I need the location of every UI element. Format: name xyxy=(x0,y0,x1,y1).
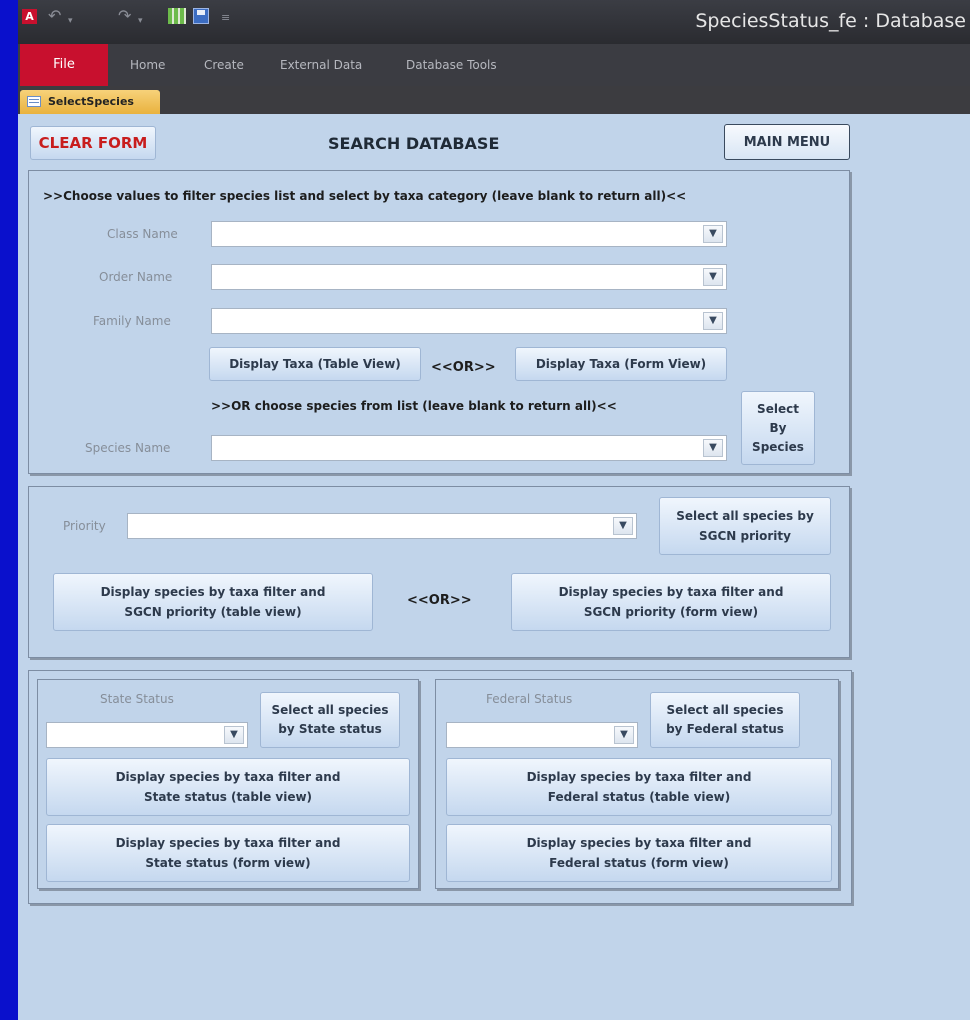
federal-table-line2: Federal status (table view) xyxy=(547,790,731,804)
select-all-federal-line2: by Federal status xyxy=(666,722,784,736)
ribbon: File Home Create External Data Database … xyxy=(18,44,970,86)
select-all-sgcn-line2: SGCN priority xyxy=(699,529,791,543)
chevron-down-icon[interactable]: ▼ xyxy=(224,726,244,744)
select-by-species-button[interactable]: Select By Species xyxy=(741,391,815,465)
tab-home[interactable]: Home xyxy=(130,44,165,86)
family-name-combo[interactable]: ▼ xyxy=(211,308,727,334)
federal-form-line2: Federal status (form view) xyxy=(549,856,729,870)
display-sgcn-priority-form-view-button[interactable]: Display species by taxa filter and SGCN … xyxy=(511,573,831,631)
chevron-down-icon[interactable]: ▼ xyxy=(703,225,723,243)
select-all-federal-status-button[interactable]: Select all species by Federal status xyxy=(650,692,800,748)
or-separator: <<OR>> xyxy=(407,593,472,608)
main-menu-button[interactable]: MAIN MENU xyxy=(724,124,850,160)
select-all-state-status-button[interactable]: Select all species by State status xyxy=(260,692,400,748)
tab-external-data[interactable]: External Data xyxy=(280,44,362,86)
title-bar: A ↶ ▾ ↷ ▾ ≡ SpeciesStatus_fe : Database xyxy=(18,0,970,44)
document-tab-label: SelectSpecies xyxy=(48,95,134,108)
select-by-species-line1: Select xyxy=(757,401,799,416)
display-sgcn-priority-table-view-button[interactable]: Display species by taxa filter and SGCN … xyxy=(53,573,373,631)
state-status-section: State Status ▼ Select all species by Sta… xyxy=(37,679,419,889)
state-table-line2: State status (table view) xyxy=(143,790,313,804)
status-section: State Status ▼ Select all species by Sta… xyxy=(28,670,852,904)
chevron-down-icon[interactable]: ▼ xyxy=(613,517,633,535)
redo-dropdown-icon[interactable]: ▾ xyxy=(138,13,143,29)
display-state-status-form-view-button[interactable]: Display species by taxa filter and State… xyxy=(46,824,410,882)
or-separator: <<OR>> xyxy=(431,360,496,375)
select-all-state-line1: Select all species xyxy=(271,703,389,717)
chevron-down-icon[interactable]: ▼ xyxy=(703,312,723,330)
federal-form-line1: Display species by taxa filter and xyxy=(526,836,752,850)
tab-database-tools[interactable]: Database Tools xyxy=(406,44,497,86)
display-taxa-form-view-button[interactable]: Display Taxa (Form View) xyxy=(515,347,727,381)
federal-status-label: Federal Status xyxy=(486,692,573,706)
state-form-line1: Display species by taxa filter and xyxy=(115,836,341,850)
document-tab-selectspecies[interactable]: SelectSpecies xyxy=(20,90,160,114)
state-status-label: State Status xyxy=(100,692,174,706)
species-instruction: >>OR choose species from list (leave bla… xyxy=(211,399,617,413)
window-title: SpeciesStatus_fe : Database xyxy=(695,10,966,32)
select-all-sgcn-line1: Select all species by xyxy=(676,509,814,523)
undo-icon[interactable]: ↶ xyxy=(48,8,61,24)
sgcn-table-line1: Display species by taxa filter and xyxy=(100,585,326,599)
select-all-federal-line1: Select all species xyxy=(666,703,784,717)
save-icon[interactable] xyxy=(193,8,209,24)
select-by-species-line3: Species xyxy=(752,439,804,454)
form-workspace: CLEAR FORM SEARCH DATABASE MAIN MENU >>C… xyxy=(18,114,970,1020)
state-status-combo[interactable]: ▼ xyxy=(46,722,248,748)
display-federal-status-form-view-button[interactable]: Display species by taxa filter and Feder… xyxy=(446,824,832,882)
form-icon xyxy=(27,96,41,107)
display-taxa-table-view-button[interactable]: Display Taxa (Table View) xyxy=(209,347,421,381)
chevron-down-icon[interactable]: ▼ xyxy=(703,268,723,286)
taxa-instruction: >>Choose values to filter species list a… xyxy=(43,189,687,203)
priority-label: Priority xyxy=(63,519,106,533)
class-name-label: Class Name xyxy=(107,227,178,241)
access-logo-icon: A xyxy=(22,9,37,24)
sgcn-form-line1: Display species by taxa filter and xyxy=(558,585,784,599)
state-table-line1: Display species by taxa filter and xyxy=(115,770,341,784)
federal-status-section: Federal Status ▼ Select all species by F… xyxy=(435,679,839,889)
grid-icon[interactable] xyxy=(168,8,186,24)
class-name-combo[interactable]: ▼ xyxy=(211,221,727,247)
tab-file[interactable]: File xyxy=(20,44,108,86)
order-name-combo[interactable]: ▼ xyxy=(211,264,727,290)
clear-form-button[interactable]: CLEAR FORM xyxy=(30,126,156,160)
species-name-label: Species Name xyxy=(85,441,171,455)
sgcn-form-line2: SGCN priority (form view) xyxy=(583,605,759,619)
page-title: SEARCH DATABASE xyxy=(328,134,500,153)
chevron-down-icon[interactable]: ▼ xyxy=(703,439,723,457)
select-all-state-line2: by State status xyxy=(278,722,382,736)
display-state-status-table-view-button[interactable]: Display species by taxa filter and State… xyxy=(46,758,410,816)
state-form-line2: State status (form view) xyxy=(145,856,311,870)
tab-create[interactable]: Create xyxy=(204,44,244,86)
select-all-sgcn-priority-button[interactable]: Select all species by SGCN priority xyxy=(659,497,831,555)
chevron-down-icon[interactable]: ▼ xyxy=(614,726,634,744)
species-name-combo[interactable]: ▼ xyxy=(211,435,727,461)
taxa-filter-section: >>Choose values to filter species list a… xyxy=(28,170,850,474)
display-federal-status-table-view-button[interactable]: Display species by taxa filter and Feder… xyxy=(446,758,832,816)
priority-combo[interactable]: ▼ xyxy=(127,513,637,539)
order-name-label: Order Name xyxy=(99,270,173,284)
redo-icon[interactable]: ↷ xyxy=(118,8,131,24)
undo-dropdown-icon[interactable]: ▾ xyxy=(68,13,73,29)
federal-table-line1: Display species by taxa filter and xyxy=(526,770,752,784)
priority-section: Priority ▼ Select all species by SGCN pr… xyxy=(28,486,850,658)
document-tab-strip: SelectSpecies xyxy=(18,86,970,114)
federal-status-combo[interactable]: ▼ xyxy=(446,722,638,748)
family-name-label: Family Name xyxy=(93,314,171,328)
select-by-species-line2: By xyxy=(769,420,787,435)
sgcn-table-line2: SGCN priority (table view) xyxy=(124,605,302,619)
customize-icon[interactable]: ≡ xyxy=(221,10,230,26)
